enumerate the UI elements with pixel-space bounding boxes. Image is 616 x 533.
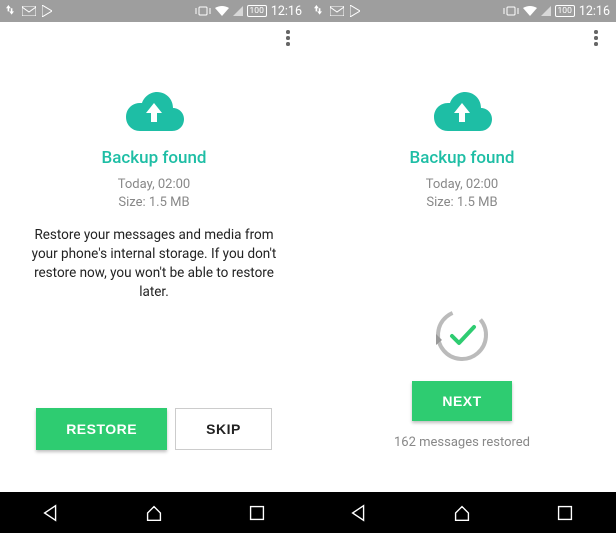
cloud-upload-icon: [429, 88, 495, 132]
cell-icon: [233, 6, 243, 16]
backup-meta: Today, 02:00 Size: 1.5 MB: [426, 176, 498, 212]
mail-icon: [330, 6, 344, 16]
restored-count: 162 messages restored: [394, 435, 530, 450]
backup-size: Size: 1.5 MB: [426, 194, 498, 212]
backup-timestamp: Today, 02:00: [426, 176, 498, 194]
nav-home-button[interactable]: [143, 502, 165, 524]
clock: 12:16: [271, 4, 302, 19]
battery-level: 100: [555, 5, 575, 17]
data-icon: [314, 5, 324, 17]
restore-complete-icon: [434, 307, 490, 363]
vibrate-icon: [195, 6, 211, 16]
page-title: Backup found: [101, 148, 206, 168]
appbar: [308, 22, 616, 54]
navbar: [308, 492, 616, 533]
navbar: [0, 492, 308, 533]
backup-size: Size: 1.5 MB: [118, 194, 190, 212]
next-button[interactable]: NEXT: [412, 381, 511, 421]
content-area: Backup found Today, 02:00 Size: 1.5 MB R…: [0, 54, 308, 492]
nav-home-button[interactable]: [451, 502, 473, 524]
nav-back-button[interactable]: [348, 502, 370, 524]
completion-area: NEXT 162 messages restored: [308, 307, 616, 450]
button-bar: RESTORE SKIP: [0, 408, 308, 450]
wifi-icon: [215, 6, 229, 16]
cell-icon: [541, 6, 551, 16]
nav-back-button[interactable]: [40, 502, 62, 524]
nav-recent-button[interactable]: [554, 502, 576, 524]
vibrate-icon: [503, 6, 519, 16]
play-icon: [42, 5, 52, 17]
nav-recent-button[interactable]: [246, 502, 268, 524]
play-icon: [350, 5, 360, 17]
appbar: [0, 22, 308, 54]
more-options-button[interactable]: [584, 26, 608, 50]
skip-button[interactable]: SKIP: [175, 408, 272, 450]
statusbar: 100 12:16: [308, 0, 616, 22]
more-options-button[interactable]: [276, 26, 300, 50]
page-title: Backup found: [409, 148, 514, 168]
data-icon: [6, 5, 16, 17]
phone-screen-restore-complete: 100 12:16 Backup found Today, 02:00 Size…: [308, 0, 616, 533]
backup-timestamp: Today, 02:00: [118, 176, 190, 194]
restore-button[interactable]: RESTORE: [36, 408, 167, 450]
wifi-icon: [523, 6, 537, 16]
content-area: Backup found Today, 02:00 Size: 1.5 MB N…: [308, 54, 616, 492]
statusbar: 100 12:16: [0, 0, 308, 22]
backup-meta: Today, 02:00 Size: 1.5 MB: [118, 176, 190, 212]
mail-icon: [22, 6, 36, 16]
clock: 12:16: [579, 4, 610, 19]
battery-level: 100: [247, 5, 267, 17]
phone-screen-restore-prompt: 100 12:16 Backup found Today, 02:00 Size…: [0, 0, 308, 533]
description: Restore your messages and media from you…: [18, 226, 290, 302]
cloud-upload-icon: [121, 88, 187, 132]
